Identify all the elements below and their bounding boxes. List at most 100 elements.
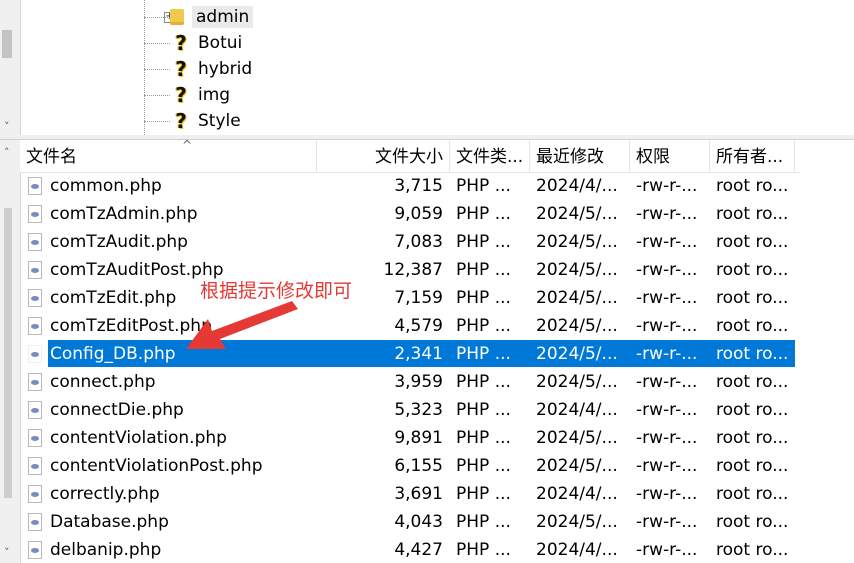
file-type: PHP ... [456, 400, 511, 420]
file-size: 3,959 [394, 372, 443, 392]
file-type: PHP ... [456, 176, 511, 196]
column-header-modified[interactable]: 最近修改 [530, 140, 630, 172]
tree-scrollbar[interactable]: ˅ [0, 0, 21, 135]
file-type: PHP ... [456, 484, 511, 504]
file-owner: root ro... [716, 344, 789, 364]
column-header-name[interactable]: 文件名 [20, 140, 317, 172]
file-row[interactable]: contentViolationPost.php 6,155 PHP ... 2024… [20, 452, 800, 480]
file-row[interactable]: common.php 3,715 PHP ... 2024/4/... -rw-r-..… [20, 172, 800, 200]
php-file-icon [28, 401, 42, 419]
file-row[interactable]: connectDie.php 5,323 PHP ... 2024/4/... -rw-… [20, 396, 800, 424]
tree-item-img[interactable]: ? img [144, 82, 234, 108]
tree-connector [144, 120, 170, 122]
file-owner: root ro... [716, 428, 789, 448]
file-type: PHP ... [456, 288, 511, 308]
file-modified: 2024/5/... [536, 288, 618, 308]
file-list: ˄ ˅ 文件名 ^ 文件大小 文件类... 最近修改 权限 所有者... com… [0, 140, 854, 563]
file-size: 3,691 [394, 484, 443, 504]
file-owner: root ro... [716, 512, 789, 532]
file-row[interactable]: contentViolation.php 9,891 PHP ... 2024/5/.… [20, 424, 800, 452]
tree-item-label: img [198, 85, 231, 105]
file-modified: 2024/4/... [536, 540, 618, 560]
file-row[interactable]: Config_DB.php 2,341 PHP ... 2024/5/... -rw-r… [20, 340, 800, 368]
file-modified: 2024/5/... [536, 260, 618, 280]
file-type: PHP ... [456, 260, 511, 280]
file-owner: root ro... [716, 176, 789, 196]
column-header-type[interactable]: 文件类... [450, 140, 530, 172]
directory-tree: ˅ + admin ? Botui ? hybrid ? img ? Style [0, 0, 854, 135]
unknown-question-icon: ? [175, 109, 187, 133]
scroll-down-icon[interactable]: ˅ [4, 546, 10, 559]
sort-ascending-icon: ^ [182, 140, 193, 152]
tree-item-label: hybrid [198, 59, 253, 79]
file-owner: root ro... [716, 372, 789, 392]
php-file-icon [28, 429, 42, 447]
file-permissions: -rw-r-... [636, 484, 698, 504]
tree-item-hybrid[interactable]: ? hybrid [144, 56, 256, 82]
list-scroll-thumb[interactable] [4, 208, 12, 498]
tree-item-label: admin [192, 6, 254, 28]
tree-scroll-thumb[interactable] [2, 30, 12, 58]
column-header-size[interactable]: 文件大小 [317, 140, 450, 172]
file-row[interactable]: comTzAuditPost.php 12,387 PHP ... 2024/5/..… [20, 256, 800, 284]
file-size: 4,043 [394, 512, 443, 532]
file-owner: root ro... [716, 288, 789, 308]
tree-item-style[interactable]: ? Style [144, 108, 245, 134]
file-row[interactable]: comTzAdmin.php 9,059 PHP ... 2024/5/... -rw-… [20, 200, 800, 228]
file-row[interactable]: comTzEditPost.php 4,579 PHP ... 2024/5/... -… [20, 312, 800, 340]
php-file-icon [28, 513, 42, 531]
file-permissions: -rw-r-... [636, 400, 698, 420]
file-owner: root ro... [716, 540, 789, 560]
scroll-down-icon[interactable]: ˅ [4, 120, 10, 133]
file-name: correctly.php [50, 484, 160, 504]
file-owner: root ro... [716, 232, 789, 252]
file-name: delbanip.php [50, 540, 162, 560]
file-size: 3,715 [394, 176, 443, 196]
annotation-arrow-icon [186, 301, 298, 349]
file-permissions: -rw-r-... [636, 372, 698, 392]
file-permissions: -rw-r-... [636, 344, 698, 364]
file-size: 5,323 [394, 400, 443, 420]
file-size: 6,155 [394, 456, 443, 476]
file-permissions: -rw-r-... [636, 456, 698, 476]
file-row[interactable]: comTzEdit.php 7,159 PHP ... 2024/5/... -rw-r… [20, 284, 800, 312]
php-file-icon [28, 345, 42, 363]
file-owner: root ro... [716, 484, 789, 504]
tree-item-botui[interactable]: ? Botui [144, 30, 246, 56]
php-file-icon [28, 205, 42, 223]
tree-item-admin[interactable]: admin [144, 4, 254, 30]
file-permissions: -rw-r-... [636, 204, 698, 224]
file-size: 2,341 [394, 344, 443, 364]
column-header-permissions[interactable]: 权限 [630, 140, 710, 172]
file-row[interactable]: connect.php 3,959 PHP ... 2024/5/... -rw-r-.… [20, 368, 800, 396]
file-size: 9,059 [394, 204, 443, 224]
file-permissions: -rw-r-... [636, 428, 698, 448]
php-file-icon [28, 457, 42, 475]
file-row[interactable]: Database.php 4,043 PHP ... 2024/5/... -rw-r-… [20, 508, 800, 536]
file-name: Database.php [50, 512, 169, 532]
file-permissions: -rw-r-... [636, 512, 698, 532]
php-file-icon [28, 233, 42, 251]
file-modified: 2024/5/... [536, 204, 618, 224]
column-header-owner[interactable]: 所有者... [710, 140, 795, 172]
file-row[interactable]: delbanip.php 4,427 PHP ... 2024/4/... -rw-r-… [20, 536, 800, 563]
column-header: 文件名 ^ 文件大小 文件类... 最近修改 权限 所有者... [20, 140, 800, 173]
file-modified: 2024/5/... [536, 456, 618, 476]
php-file-icon [28, 317, 42, 335]
file-permissions: -rw-r-... [636, 176, 698, 196]
file-row[interactable]: comTzAudit.php 7,083 PHP ... 2024/5/... -rw-… [20, 228, 800, 256]
tree-connector [144, 68, 170, 70]
php-file-icon [28, 261, 42, 279]
file-row[interactable]: correctly.php 3,691 PHP ... 2024/4/... -rw-r… [20, 480, 800, 508]
file-size: 9,891 [394, 428, 443, 448]
file-name: common.php [50, 176, 162, 196]
list-scrollbar[interactable]: ˄ ˅ [0, 140, 21, 563]
file-type: PHP ... [456, 512, 511, 532]
file-type: PHP ... [456, 204, 511, 224]
unknown-question-icon: ? [175, 83, 187, 107]
file-owner: root ro... [716, 456, 789, 476]
scroll-up-icon[interactable]: ˄ [4, 146, 10, 159]
file-type: PHP ... [456, 372, 511, 392]
php-file-icon [28, 373, 42, 391]
file-type: PHP ... [456, 540, 511, 560]
